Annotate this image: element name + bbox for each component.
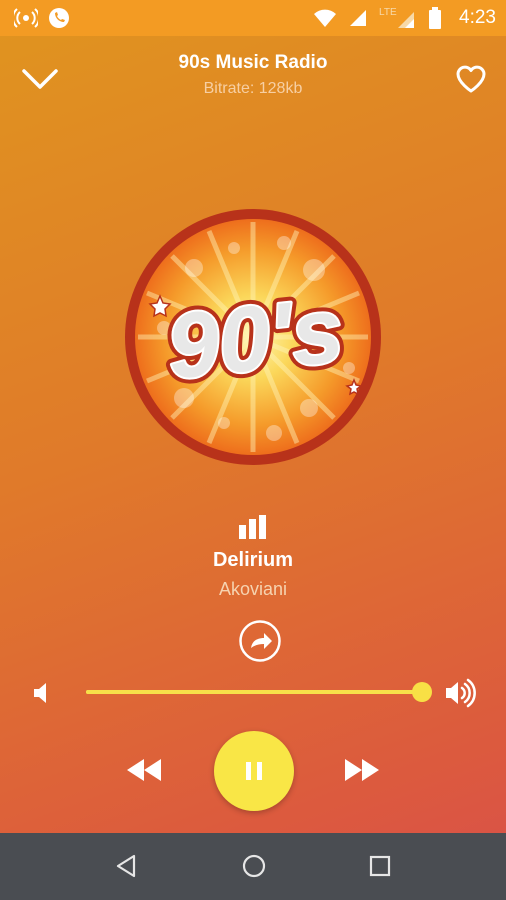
- phone-call-icon: [48, 7, 70, 29]
- equalizer-icon: [238, 515, 268, 539]
- song-title: Delirium: [212, 549, 294, 571]
- rewind-button[interactable]: [124, 755, 164, 785]
- logo-text-90s: 90's 90's 90's: [157, 273, 354, 405]
- svg-text:90's: 90's: [163, 279, 348, 399]
- share-icon: [239, 620, 281, 662]
- network-label: LTE: [379, 7, 397, 18]
- recents-square-icon: [369, 855, 391, 877]
- nav-back-button[interactable]: [114, 853, 140, 879]
- volume-slider-thumb[interactable]: [412, 682, 432, 702]
- heart-outline-icon: [456, 65, 486, 93]
- back-triangle-icon: [116, 854, 136, 878]
- volume-slider[interactable]: [86, 682, 432, 702]
- fast-forward-button[interactable]: [342, 755, 382, 785]
- station-title: 90s Music Radio: [178, 52, 328, 73]
- nav-home-button[interactable]: [241, 853, 267, 879]
- volume-high-icon[interactable]: [444, 678, 478, 708]
- volume-low-icon[interactable]: [30, 680, 56, 706]
- home-circle-icon: [242, 854, 266, 878]
- volume-slider-fill: [86, 690, 422, 694]
- rewind-icon: [127, 759, 161, 781]
- pause-icon: [246, 762, 262, 780]
- fast-forward-icon: [345, 759, 379, 781]
- wifi-icon: [313, 8, 337, 28]
- pause-button[interactable]: [214, 731, 294, 811]
- station-artwork: 90's 90's 90's: [124, 208, 382, 466]
- clock: 4:23: [459, 7, 496, 28]
- wireless-broadcast-icon: [14, 8, 38, 28]
- signal-icon: [349, 9, 367, 27]
- system-nav-bar: [0, 833, 506, 900]
- status-bar: LTE 4:23: [0, 0, 506, 36]
- battery-icon: [429, 7, 442, 29]
- player-header: 90s Music Radio Bitrate: 128kb: [0, 36, 506, 126]
- share-button[interactable]: [238, 619, 282, 663]
- bitrate-label: Bitrate: 128kb: [203, 80, 303, 97]
- artist-name: Akoviani: [218, 579, 288, 599]
- nav-recents-button[interactable]: [367, 853, 393, 879]
- favorite-button[interactable]: [454, 62, 488, 96]
- lte-signal-icon: LTE: [379, 7, 417, 29]
